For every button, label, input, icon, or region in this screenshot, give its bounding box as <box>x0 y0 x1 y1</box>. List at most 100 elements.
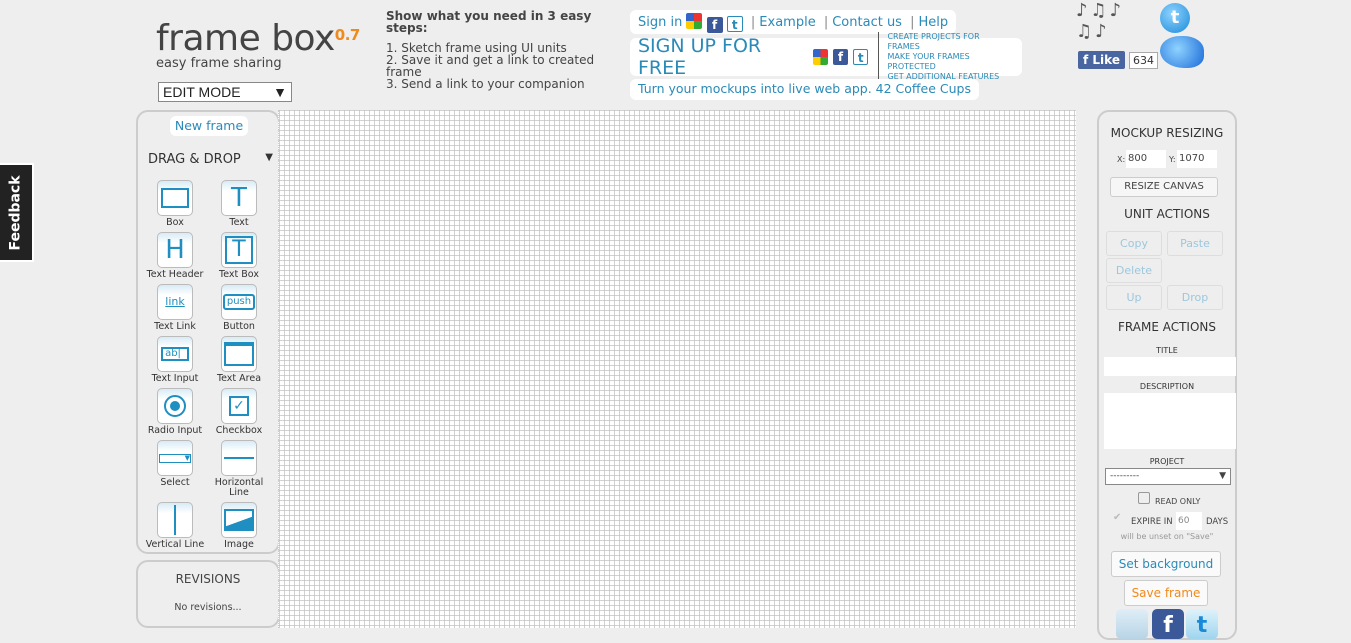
feedback-label: Feedback <box>8 174 24 251</box>
paste-button[interactable]: Paste <box>1167 231 1223 256</box>
chevron-down-icon: ▼ <box>1219 471 1226 481</box>
tool-label: Box <box>166 217 184 228</box>
tool-checkbox[interactable]: ✓ Checkbox <box>207 388 271 436</box>
facebook-like[interactable]: f Like 634 <box>1078 51 1158 69</box>
chevron-down-icon: ▼ <box>273 84 287 100</box>
tool-label: Image <box>224 539 254 550</box>
tool-label: Vertical Line <box>145 539 205 550</box>
tool-select[interactable]: ▼ Select <box>143 440 207 488</box>
tool-radio[interactable]: Radio Input <box>143 388 207 436</box>
header-icon: H <box>157 232 193 268</box>
top-nav: Sign in f t | Example | Contact us | Help <box>630 10 957 34</box>
tool-label: Text <box>229 217 249 228</box>
hline-icon <box>221 440 257 476</box>
sign-in-link[interactable]: Sign in <box>638 15 682 30</box>
tool-label: Text Header <box>146 269 204 280</box>
box-icon <box>157 180 193 216</box>
tool-label: Select <box>160 477 190 488</box>
tool-label: Checkbox <box>215 425 263 436</box>
logo: frame box0.7 <box>156 18 360 59</box>
set-background-button[interactable]: Set background <box>1111 551 1221 577</box>
new-frame-button[interactable]: New frame <box>170 116 248 136</box>
tool-label: Button <box>223 321 255 332</box>
tool-image[interactable]: Image <box>207 502 271 550</box>
radio-icon <box>157 388 193 424</box>
unset-note: will be unset on "Save" <box>1120 532 1214 541</box>
link-icon: link <box>157 284 193 320</box>
textbox-icon: T <box>221 232 257 268</box>
steps-title: Show what you need in 3 easy steps: <box>386 9 592 35</box>
x-label: X: <box>1117 155 1126 164</box>
unit-actions-heading: UNIT ACTIONS <box>1124 207 1210 221</box>
twitter-share-icon[interactable]: t <box>1186 609 1218 639</box>
facebook-share-icon[interactable]: f <box>1152 609 1184 639</box>
project-label: PROJECT <box>1149 457 1185 466</box>
twitter-icon[interactable]: t <box>726 16 743 32</box>
twitter-icon[interactable]: t <box>1160 3 1190 33</box>
tool-input[interactable]: ab| Text Input <box>143 336 207 384</box>
promo-link[interactable]: Turn your mockups into live web app. 42 … <box>630 79 979 100</box>
like-count: 634 <box>1128 51 1158 69</box>
example-link[interactable]: Example <box>759 15 815 30</box>
expire-days-input[interactable]: 60 <box>1176 512 1202 530</box>
tool-text[interactable]: T Text <box>207 180 271 228</box>
copy-button[interactable]: Copy <box>1106 231 1162 256</box>
tool-label: Text Input <box>151 373 199 384</box>
expire-checkbox[interactable]: ✔ <box>1113 512 1121 523</box>
read-only-checkbox[interactable] <box>1138 492 1150 504</box>
google-icon[interactable] <box>686 13 703 29</box>
width-input[interactable]: 800 <box>1126 150 1166 168</box>
title-label: TITLE <box>1156 346 1178 355</box>
facebook-icon[interactable]: f <box>832 49 849 65</box>
checkbox-icon: ✓ <box>221 388 257 424</box>
tool-button[interactable]: push Button <box>207 284 271 332</box>
tool-hline[interactable]: Horizontal Line <box>207 440 271 498</box>
tool-box[interactable]: Box <box>143 180 207 228</box>
revisions-empty: No revisions... <box>174 602 242 613</box>
facebook-like-button[interactable]: f Like <box>1078 51 1125 69</box>
twitter-icon[interactable]: t <box>853 49 869 65</box>
tool-header[interactable]: H Text Header <box>143 232 207 280</box>
frame-actions-heading: FRAME ACTIONS <box>1118 320 1216 334</box>
signup-features: CREATE PROJECTS FOR FRAMES MAKE YOUR FRAM… <box>878 32 1014 82</box>
facebook-icon[interactable]: f <box>706 17 723 33</box>
feedback-tab[interactable]: Feedback <box>0 163 34 262</box>
email-share-icon[interactable] <box>1116 609 1148 639</box>
project-select[interactable]: --------- ▼ <box>1105 468 1231 485</box>
title-input[interactable] <box>1104 357 1236 376</box>
tool-textbox[interactable]: T Text Box <box>207 232 271 280</box>
y-label: Y: <box>1169 155 1176 164</box>
revisions-title: REVISIONS <box>175 572 241 586</box>
tool-label: Text Area <box>216 373 262 384</box>
signup-link[interactable]: SIGN UP FOR FREE <box>638 35 807 79</box>
up-button[interactable]: Up <box>1106 285 1162 310</box>
step-item: 3. Send a link to your companion <box>386 77 585 91</box>
help-link[interactable]: Help <box>919 15 949 30</box>
tool-vline[interactable]: Vertical Line <box>143 502 207 550</box>
contact-link[interactable]: Contact us <box>832 15 902 30</box>
signup-banner: SIGN UP FOR FREE f t CREATE PROJECTS FOR… <box>630 32 1022 82</box>
delete-button[interactable]: Delete <box>1106 258 1162 283</box>
tool-textarea[interactable]: Text Area <box>207 336 271 384</box>
button-icon: push <box>221 284 257 320</box>
design-canvas[interactable] <box>278 110 1076 628</box>
days-label: DAYS <box>1206 517 1229 527</box>
tool-link[interactable]: link Text Link <box>143 284 207 332</box>
tool-label: Horizontal Line <box>214 477 264 498</box>
drop-button[interactable]: Drop <box>1167 285 1223 310</box>
step-item: 2. Save it and get a link to created fra… <box>386 53 595 79</box>
description-textarea[interactable] <box>1104 393 1236 449</box>
tagline: easy frame sharing <box>156 56 282 71</box>
save-frame-button[interactable]: Save frame <box>1124 580 1208 606</box>
image-icon <box>221 502 257 538</box>
tool-label: Radio Input <box>147 425 203 436</box>
read-only-label: READ ONLY <box>1155 497 1201 506</box>
drag-drop-toggle[interactable]: DRAG & DROP ▼ <box>148 152 273 167</box>
mode-select[interactable]: EDIT MODE ▼ <box>158 82 292 102</box>
select-icon: ▼ <box>157 440 193 476</box>
google-icon[interactable] <box>812 49 828 65</box>
version-badge: 0.7 <box>334 26 361 44</box>
resize-canvas-button[interactable]: RESIZE CANVAS <box>1110 177 1218 197</box>
twitter-bird-icon[interactable] <box>1160 36 1204 68</box>
height-input[interactable]: 1070 <box>1177 150 1217 168</box>
